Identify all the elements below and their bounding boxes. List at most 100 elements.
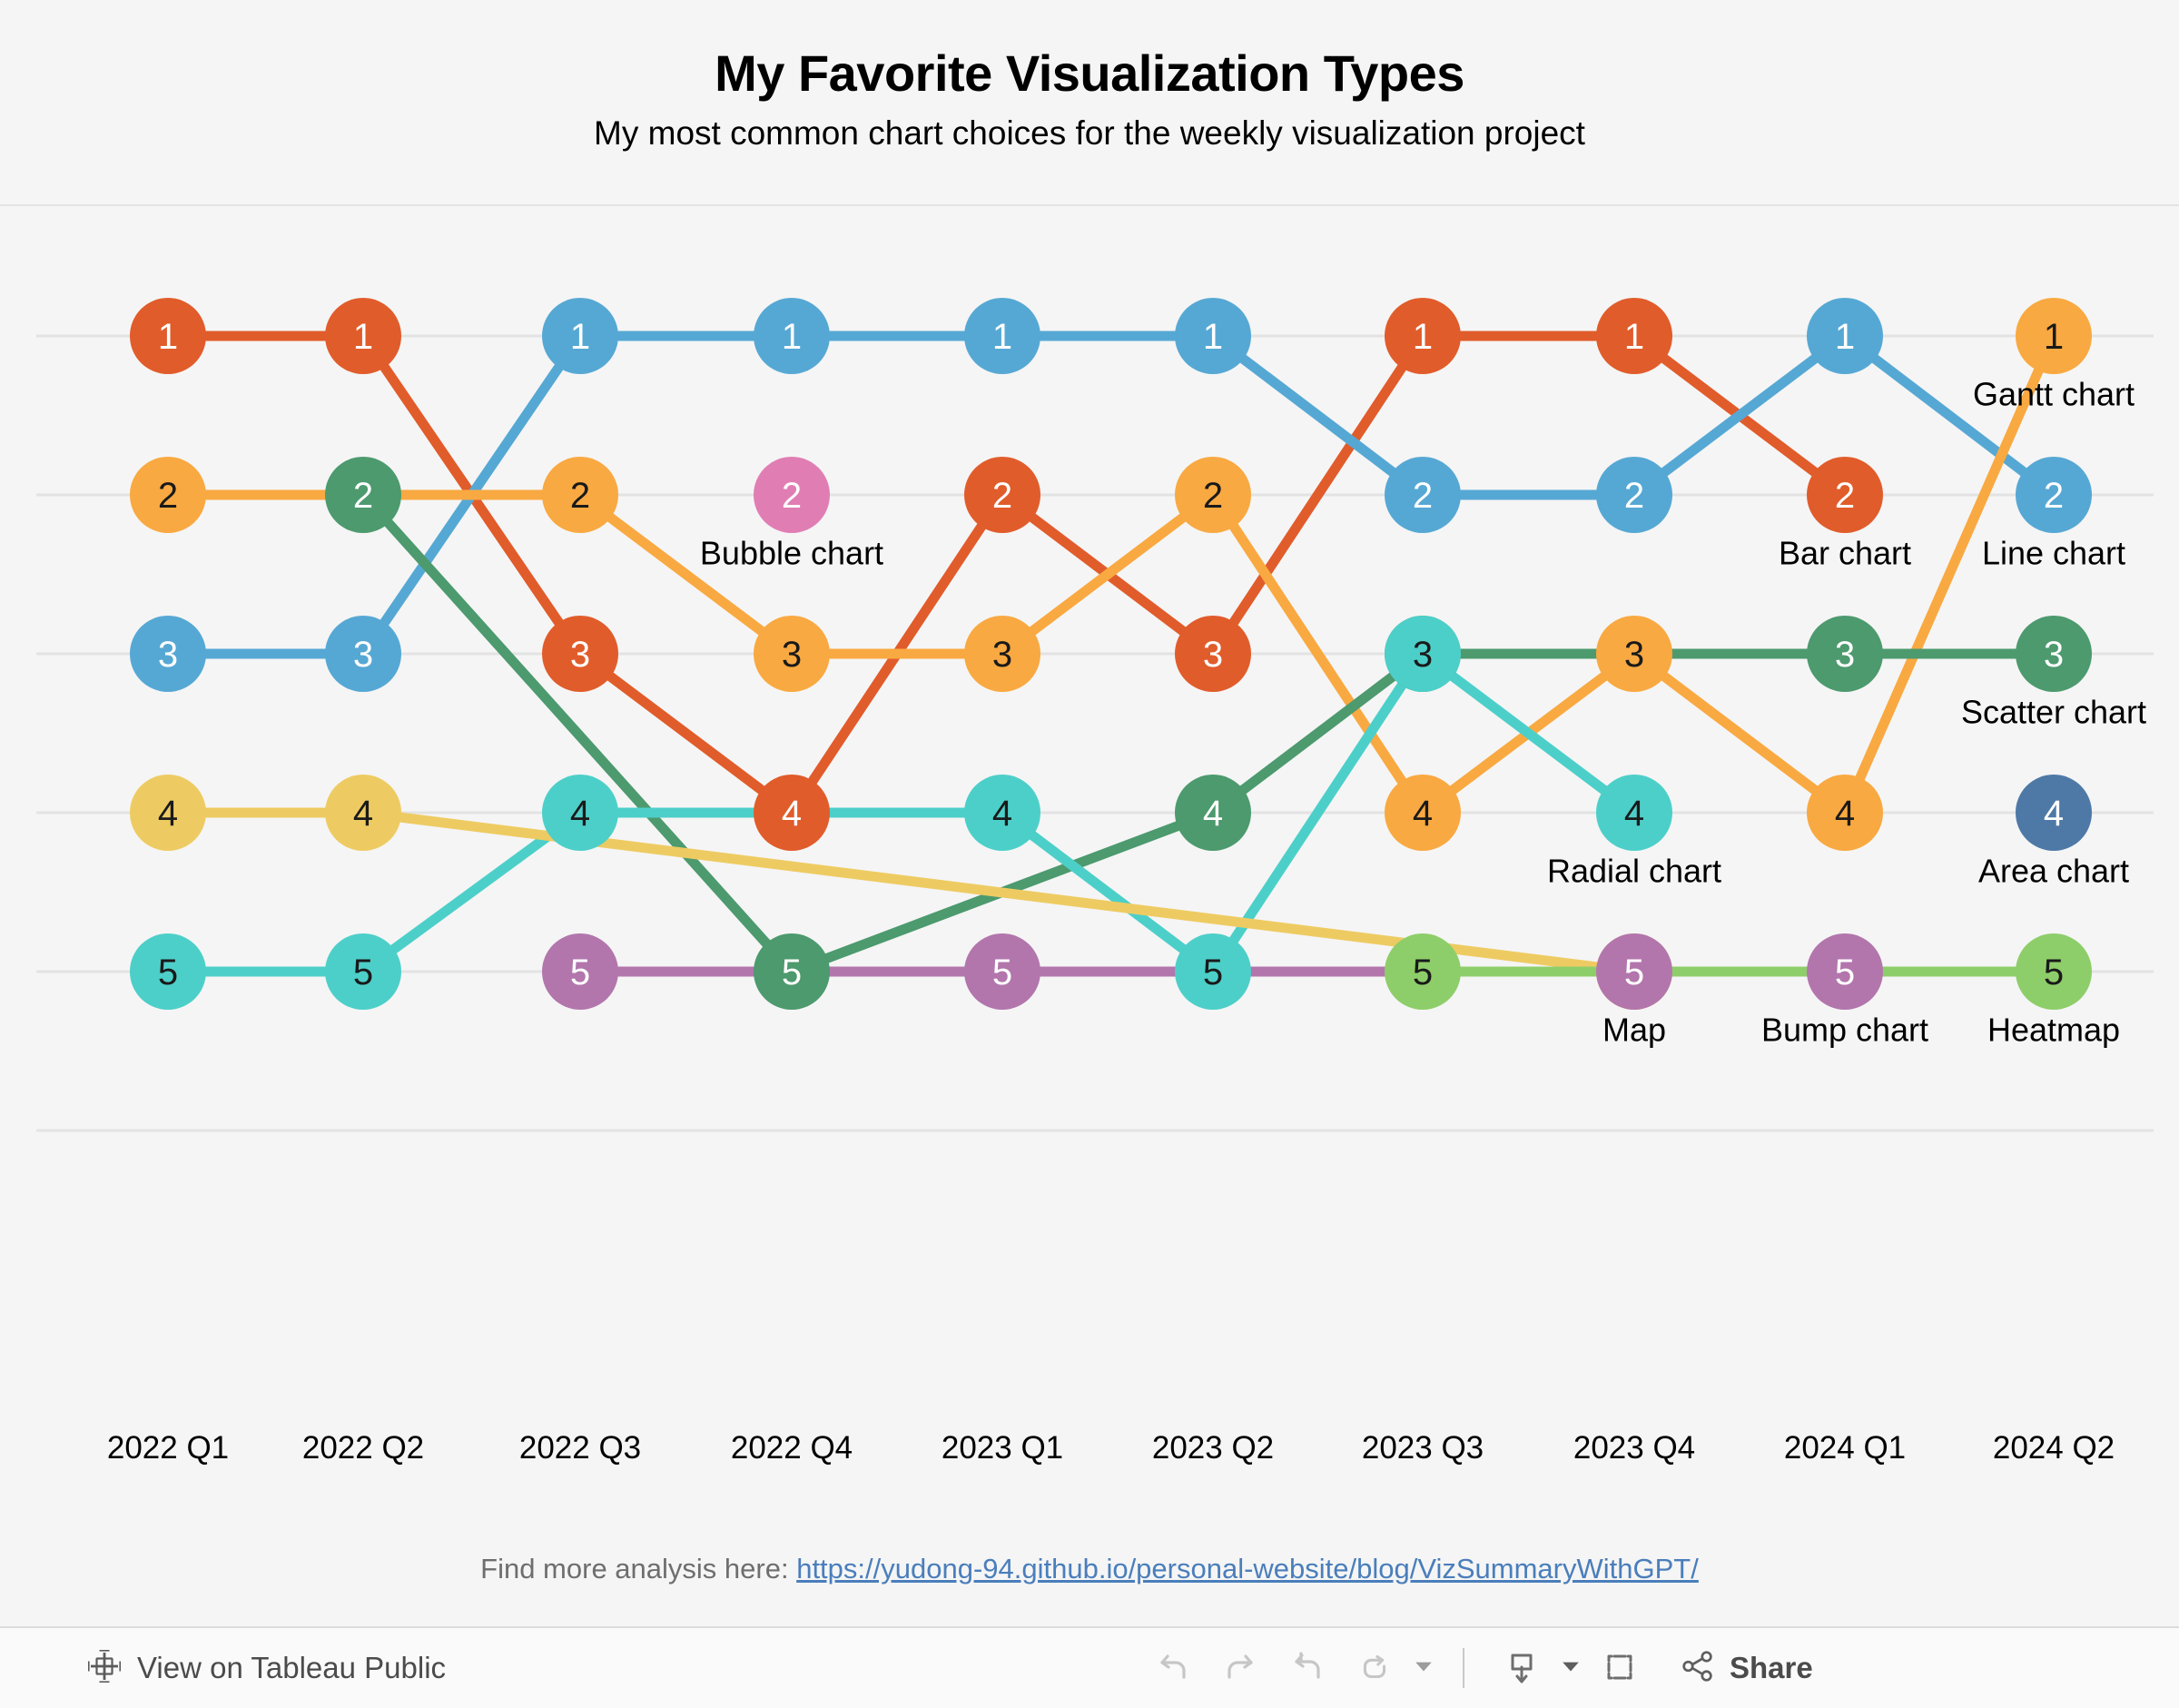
x-axis-tick-label: 2022 Q1 bbox=[106, 1430, 230, 1466]
data-point-marker[interactable] bbox=[1596, 616, 1672, 692]
x-axis-tick-label: 2022 Q3 bbox=[518, 1430, 642, 1466]
data-point-marker[interactable] bbox=[1385, 933, 1461, 1010]
series-name-label: Gantt chart bbox=[1973, 375, 2135, 412]
data-point-marker[interactable] bbox=[1175, 298, 1251, 374]
analysis-link[interactable]: https://yudong-94.github.io/personal-web… bbox=[796, 1553, 1699, 1585]
data-point-marker[interactable] bbox=[130, 933, 206, 1010]
data-point-marker[interactable] bbox=[1175, 457, 1251, 533]
refresh-dropdown-button[interactable] bbox=[1408, 1634, 1439, 1702]
data-point-marker[interactable] bbox=[2016, 616, 2092, 692]
tableau-toolbar: View on Tableau Public Share bbox=[0, 1626, 2179, 1708]
data-point-marker[interactable] bbox=[2016, 298, 2092, 374]
data-point-marker[interactable] bbox=[325, 298, 401, 374]
series-line-segment bbox=[1208, 648, 1428, 818]
caption: Find more analysis here: https://yudong-… bbox=[0, 1553, 2179, 1585]
data-point-marker[interactable] bbox=[1807, 933, 1883, 1010]
data-point-marker[interactable] bbox=[542, 933, 618, 1010]
x-axis-tick-label: 2022 Q2 bbox=[301, 1430, 425, 1466]
share-label: Share bbox=[1730, 1651, 1813, 1684]
data-point-marker[interactable] bbox=[130, 775, 206, 851]
data-point-marker[interactable] bbox=[130, 457, 206, 533]
chevron-down-icon bbox=[1414, 1656, 1434, 1681]
caption-prefix: Find more analysis here: bbox=[480, 1553, 789, 1585]
data-point-marker[interactable] bbox=[130, 298, 206, 374]
revert-icon bbox=[1286, 1644, 1329, 1693]
data-point-marker[interactable] bbox=[542, 457, 618, 533]
undo-button[interactable] bbox=[1139, 1634, 1207, 1702]
revert-button[interactable] bbox=[1274, 1634, 1341, 1702]
download-icon bbox=[1500, 1644, 1543, 1693]
data-point-marker[interactable] bbox=[964, 457, 1040, 533]
chart-header: My Favorite Visualization Types My most … bbox=[0, 0, 2179, 204]
series-name-label: Map bbox=[1602, 1011, 1666, 1048]
view-on-tableau-public-label: View on Tableau Public bbox=[137, 1651, 447, 1684]
data-point-marker[interactable] bbox=[1175, 933, 1251, 1010]
data-point-marker[interactable] bbox=[1385, 298, 1461, 374]
toolbar-separator bbox=[1463, 1648, 1464, 1688]
data-point-marker[interactable] bbox=[325, 616, 401, 692]
bump-chart-svg: 1134231123311112212223324341254333554453… bbox=[36, 298, 2154, 1132]
data-point-marker[interactable] bbox=[2016, 457, 2092, 533]
data-point-marker[interactable] bbox=[964, 775, 1040, 851]
data-point-marker[interactable] bbox=[1807, 457, 1883, 533]
series-line-segment bbox=[575, 489, 797, 659]
fullscreen-icon bbox=[1598, 1644, 1642, 1693]
share-button[interactable]: Share bbox=[1677, 1645, 1813, 1692]
data-point-marker[interactable] bbox=[2016, 775, 2092, 851]
data-point-marker[interactable] bbox=[1596, 457, 1672, 533]
view-on-tableau-public-button[interactable]: View on Tableau Public bbox=[86, 1648, 446, 1689]
data-point-marker[interactable] bbox=[1596, 933, 1672, 1010]
data-point-marker[interactable] bbox=[325, 457, 401, 533]
data-point-marker[interactable] bbox=[754, 616, 830, 692]
data-point-marker[interactable] bbox=[1175, 616, 1251, 692]
data-point-marker[interactable] bbox=[1175, 775, 1251, 851]
data-point-marker[interactable] bbox=[754, 298, 830, 374]
data-point-marker[interactable] bbox=[1807, 775, 1883, 851]
fullscreen-button[interactable] bbox=[1586, 1634, 1653, 1702]
data-point-marker[interactable] bbox=[2016, 933, 2092, 1010]
share-icon bbox=[1677, 1645, 1719, 1692]
x-axis-tick-label: 2024 Q2 bbox=[1992, 1430, 2115, 1466]
series-name-label: Radial chart bbox=[1547, 852, 1721, 889]
data-point-marker[interactable] bbox=[1807, 298, 1883, 374]
chevron-down-icon bbox=[1561, 1656, 1581, 1681]
data-point-marker[interactable] bbox=[325, 933, 401, 1010]
series-name-label: Scatter chart bbox=[1961, 693, 2146, 730]
data-point-marker[interactable] bbox=[1385, 775, 1461, 851]
data-point-marker[interactable] bbox=[542, 298, 618, 374]
data-point-marker[interactable] bbox=[325, 775, 401, 851]
data-point-marker[interactable] bbox=[542, 775, 618, 851]
redo-button[interactable] bbox=[1207, 1634, 1274, 1702]
x-axis-tick-label: 2023 Q2 bbox=[1151, 1430, 1275, 1466]
x-axis-tick-label: 2024 Q1 bbox=[1783, 1430, 1907, 1466]
undo-icon bbox=[1151, 1644, 1195, 1693]
toolbar-actions: Share bbox=[1139, 1628, 1813, 1708]
data-point-marker[interactable] bbox=[1385, 457, 1461, 533]
series-name-label: Bubble chart bbox=[700, 534, 883, 571]
page-subtitle: My most common chart choices for the wee… bbox=[594, 114, 1585, 152]
data-point-marker[interactable] bbox=[964, 298, 1040, 374]
download-button[interactable] bbox=[1488, 1634, 1555, 1702]
data-point-marker[interactable] bbox=[130, 616, 206, 692]
x-axis-tick-label: 2022 Q4 bbox=[730, 1430, 853, 1466]
data-point-marker[interactable] bbox=[964, 933, 1040, 1010]
tableau-dashboard: My Favorite Visualization Types My most … bbox=[0, 0, 2179, 1708]
series-name-label: Bar chart bbox=[1779, 534, 1911, 571]
data-point-marker[interactable] bbox=[1596, 775, 1672, 851]
data-point-marker[interactable] bbox=[754, 775, 830, 851]
data-point-marker[interactable] bbox=[542, 616, 618, 692]
x-axis: 2022 Q1 2022 Q2 2022 Q3 2022 Q4 2023 Q1 2023 … bbox=[0, 1430, 2179, 1494]
series-name-label: Area chart bbox=[1978, 852, 2129, 889]
page-title: My Favorite Visualization Types bbox=[715, 44, 1464, 102]
refresh-icon bbox=[1354, 1645, 1395, 1692]
x-axis-tick-label: 2023 Q1 bbox=[941, 1430, 1064, 1466]
data-point-marker[interactable] bbox=[1596, 298, 1672, 374]
data-point-marker[interactable] bbox=[754, 933, 830, 1010]
refresh-button[interactable] bbox=[1341, 1634, 1408, 1702]
data-point-marker[interactable] bbox=[1807, 616, 1883, 692]
data-point-marker[interactable] bbox=[1385, 616, 1461, 692]
data-point-marker[interactable] bbox=[964, 616, 1040, 692]
data-point-marker[interactable] bbox=[754, 457, 830, 533]
download-dropdown-button[interactable] bbox=[1555, 1634, 1586, 1702]
series-line-segment bbox=[575, 648, 797, 818]
